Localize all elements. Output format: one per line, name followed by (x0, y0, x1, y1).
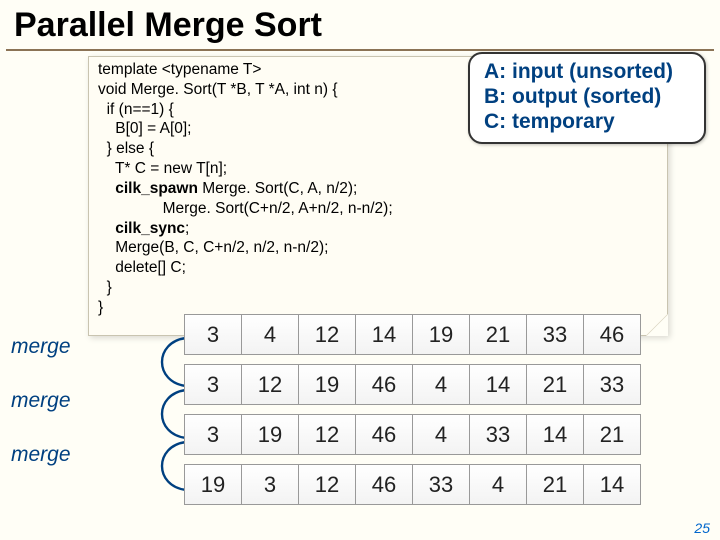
code-line: Merge(B, C, C+n/2, n/2, n-n/2); (98, 239, 328, 256)
title-rule (6, 49, 714, 51)
code-line (98, 180, 115, 197)
cell: 21 (469, 314, 527, 355)
cell: 4 (241, 314, 299, 355)
cell: 46 (355, 364, 413, 405)
cell: 46 (355, 464, 413, 505)
code-line: Merge. Sort(C, A, n/2); (198, 180, 357, 197)
page-number: 25 (694, 520, 710, 536)
legend-a: A: input (unsorted) (484, 60, 690, 85)
merge-label-1: merge (11, 335, 71, 359)
table-row: 3 4 12 14 19 21 33 46 (184, 314, 640, 355)
code-line: void Merge. Sort(T *B, T *A, int n) { (98, 81, 338, 98)
code-line: if (n==1) { (98, 101, 174, 118)
code-listing: template <typename T> void Merge. Sort(T… (98, 60, 393, 318)
code-line: template <typename T> (98, 61, 261, 78)
merge-label-2: merge (11, 389, 71, 413)
legend-b: B: output (sorted) (484, 85, 690, 110)
table-row: 19 3 12 46 33 4 21 14 (184, 464, 640, 505)
cell: 19 (298, 364, 356, 405)
merge-arcs (64, 314, 204, 534)
cell: 33 (412, 464, 470, 505)
data-tables: 3 4 12 14 19 21 33 46 3 12 19 46 4 14 21… (184, 314, 640, 514)
code-line: T* C = new T[n]; (98, 160, 227, 177)
code-line: delete[] C; (98, 259, 186, 276)
cell: 19 (241, 414, 299, 455)
cell: 14 (355, 314, 413, 355)
code-line: } (98, 299, 103, 316)
cell: 3 (241, 464, 299, 505)
cell: 4 (469, 464, 527, 505)
cell: 33 (469, 414, 527, 455)
cell: 21 (583, 414, 641, 455)
legend-c: C: temporary (484, 110, 690, 135)
table-row: 3 19 12 46 4 33 14 21 (184, 414, 640, 455)
cell: 12 (298, 414, 356, 455)
cell: 12 (298, 314, 356, 355)
code-line: ; (185, 220, 189, 237)
cell: 33 (526, 314, 584, 355)
code-line: } else { (98, 140, 154, 157)
cell: 12 (241, 364, 299, 405)
slide-title: Parallel Merge Sort (0, 0, 720, 49)
cell: 33 (583, 364, 641, 405)
cell: 46 (583, 314, 641, 355)
code-line: B[0] = A[0]; (98, 120, 191, 137)
cell: 3 (184, 314, 242, 355)
cell: 3 (184, 414, 242, 455)
cell: 14 (469, 364, 527, 405)
cell: 3 (184, 364, 242, 405)
cell: 14 (583, 464, 641, 505)
cell: 12 (298, 464, 356, 505)
cell: 21 (526, 464, 584, 505)
table-row: 3 12 19 46 4 14 21 33 (184, 364, 640, 405)
cell: 46 (355, 414, 413, 455)
code-line: } (98, 279, 112, 296)
code-line: Merge. Sort(C+n/2, A+n/2, n-n/2); (98, 200, 393, 217)
keyword-cilk-spawn: cilk_spawn (115, 180, 198, 197)
keyword-cilk-sync: cilk_sync (115, 220, 185, 237)
legend-box: A: input (unsorted) B: output (sorted) C… (468, 52, 706, 144)
cell: 4 (412, 414, 470, 455)
code-line (98, 220, 115, 237)
cell: 21 (526, 364, 584, 405)
cell: 19 (184, 464, 242, 505)
cell: 19 (412, 314, 470, 355)
cell: 4 (412, 364, 470, 405)
merge-label-3: merge (11, 443, 71, 467)
cell: 14 (526, 414, 584, 455)
